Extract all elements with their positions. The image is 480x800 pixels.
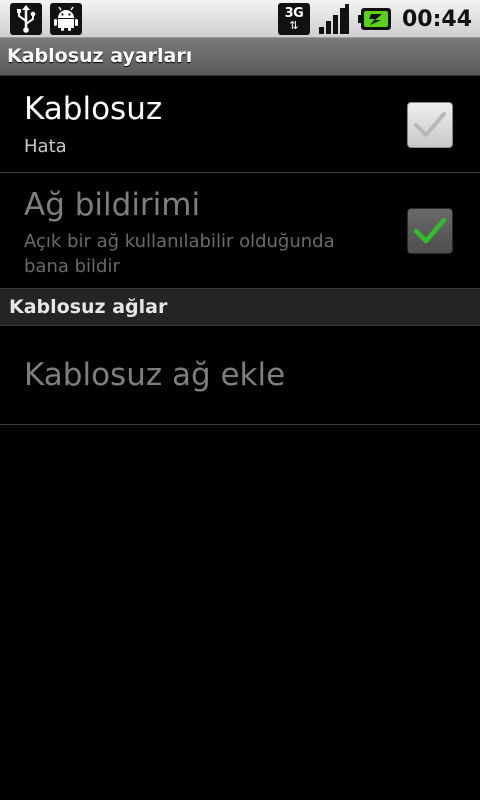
network-type-label: 3G [284,5,304,21]
network-3g-icon: 3G ⇅ [277,3,310,35]
network-notification-summary-line2: bana bildir [24,256,120,277]
wifi-toggle-title: Kablosuz [24,91,163,127]
usb-icon [10,3,42,35]
status-bar: 3G ⇅ 00:44 [0,0,480,38]
section-title: Kablosuz ağlar [9,296,168,318]
wifi-toggle-summary: Hata [24,136,67,157]
network-notification-summary-line1: Açık bir ağ kullanılabilir olduğunda [24,231,335,252]
signal-strength-icon [318,4,349,34]
network-notification-checkbox[interactable] [407,208,453,254]
network-notification-title: Ağ bildirimi [24,187,201,223]
add-network-label: Kablosuz ağ ekle [24,357,286,393]
checkmark-icon [414,112,446,137]
title-bar: Kablosuz ayarları [0,38,480,76]
add-network-row[interactable]: Kablosuz ağ ekle [0,327,480,425]
page-title: Kablosuz ayarları [7,45,193,67]
checkmark-icon [413,217,447,244]
wifi-checkbox[interactable] [407,102,453,148]
clock: 00:44 [401,6,472,32]
network-notification-row[interactable]: Ağ bildirimi Açık bir ağ kullanılabilir … [0,173,480,289]
wifi-toggle-row[interactable]: Kablosuz Hata [0,77,480,173]
section-header: Kablosuz ağlar [0,289,480,326]
battery-charging-icon [357,8,391,30]
data-activity-arrows-icon: ⇅ [289,18,299,32]
android-debug-icon [50,3,82,35]
